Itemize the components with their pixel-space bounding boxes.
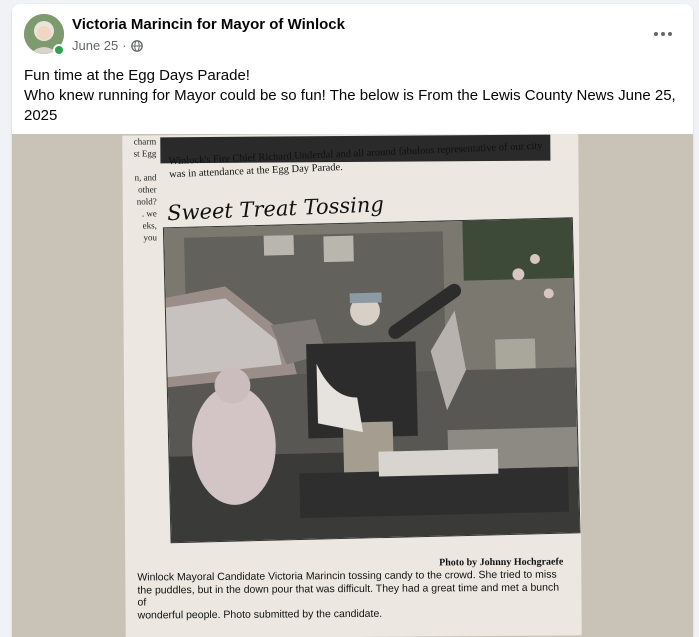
left-column-text: charm (133, 136, 157, 147)
caption-line: wonderful people. Photo submitted by the… (137, 607, 383, 622)
parade-photo (162, 217, 581, 544)
left-column-text: n, and (134, 172, 157, 183)
meta-separator: · (122, 38, 127, 53)
newspaper-left-column: charm st Egg n, and other nold? . we eks… (122, 135, 159, 243)
post-header: Victoria Marincin for Mayor of Winlock J… (12, 4, 693, 62)
left-column-text: you (143, 232, 157, 243)
newspaper-caption: Winlock Mayoral Candidate Victoria Marin… (137, 569, 567, 622)
left-column-text: nold? (136, 196, 157, 207)
post-photo[interactable]: charm st Egg n, and other nold? . we eks… (12, 134, 693, 637)
globe-icon[interactable] (130, 39, 143, 52)
left-column-text: other (138, 184, 157, 195)
left-column-text: . we (141, 208, 157, 219)
post-date-link[interactable]: June 25 (72, 38, 118, 53)
online-status-dot (53, 44, 65, 56)
left-column-text: eks, (142, 220, 157, 231)
photo-credit: Photo by Johnny Hochgraefe (439, 556, 564, 569)
page-name-link[interactable]: Victoria Marincin for Mayor of Winlock (72, 16, 345, 33)
newspaper-headline: Sweet Treat Tossing (166, 192, 385, 226)
post-text: Fun time at the Egg Days Parade! Who kne… (24, 66, 684, 126)
post-card: Victoria Marincin for Mayor of Winlock J… (12, 4, 693, 637)
newspaper-clipping: charm st Egg n, and other nold? . we eks… (122, 134, 582, 637)
post-meta: June 25 · (72, 38, 143, 53)
more-options-icon[interactable] (645, 20, 681, 48)
post-text-line: Who knew running for Mayor could be so f… (24, 87, 676, 124)
post-text-line: Fun time at the Egg Days Parade! (24, 67, 250, 84)
caption-line: the puddles, but in the down pour that w… (137, 581, 560, 609)
left-column-text (122, 159, 156, 171)
left-column-text: st Egg (133, 148, 157, 159)
